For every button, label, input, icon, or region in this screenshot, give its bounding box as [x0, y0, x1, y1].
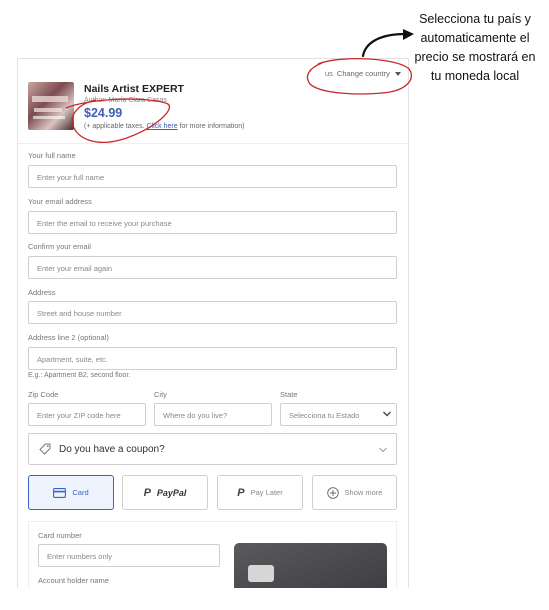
product-author: Author: María Clara Casas [84, 97, 167, 104]
product-cover-image [28, 82, 74, 130]
payment-paypal-label: PayPal [156, 487, 187, 498]
city-label: City [154, 390, 167, 399]
payment-show-more-button[interactable]: Show more [312, 475, 397, 510]
tax-note: (+ applicable taxes. Click here for more… [84, 123, 245, 130]
city-input[interactable]: Where do you live? [154, 403, 272, 426]
card-chip-icon [248, 565, 274, 582]
email-input[interactable]: Enter the email to receive your purchase [28, 211, 397, 234]
plus-circle-icon [326, 486, 339, 499]
payment-paylater-button[interactable]: P Pay Later [217, 475, 303, 510]
tax-info-link[interactable]: Click here [146, 123, 177, 130]
payment-card-label: Card [72, 488, 89, 497]
credit-card-icon [53, 487, 67, 498]
paypal-logo-icon: P [143, 486, 151, 499]
annotation-line: tu moneda local [430, 69, 520, 83]
change-country-label: Change country [336, 69, 390, 78]
paypal-logo-icon: P [237, 486, 245, 499]
email-label: Your email address [28, 197, 92, 206]
product-title: Nails Artist EXPERT [84, 83, 184, 95]
card-preview-image [234, 543, 387, 588]
product-price: $24.99 [84, 106, 123, 120]
address-input[interactable]: Street and house number [28, 301, 397, 324]
tax-suffix: for more information) [179, 123, 245, 130]
payment-card-button[interactable]: Card [28, 475, 114, 510]
annotation-text: Selecciona tu país y automaticamente el … [405, 10, 545, 86]
address2-label: Address line 2 (optional) [28, 333, 109, 342]
change-country-button[interactable]: us Change country [325, 69, 401, 78]
annotation-line: Selecciona tu país y [419, 12, 531, 26]
payment-show-more-label: Show more [344, 488, 383, 497]
state-select[interactable]: Selecciona tu Estado [280, 403, 397, 426]
divider [18, 143, 408, 144]
full-name-label: Your full name [28, 151, 76, 160]
card-holder-label: Account holder name [38, 576, 109, 585]
address2-hint: E.g.: Apartment B2, second floor. [28, 372, 131, 379]
annotation-line: precio se mostrará en [414, 50, 536, 64]
confirm-email-input[interactable]: Enter your email again [28, 256, 397, 279]
payment-paypal-button[interactable]: P PayPal [122, 475, 208, 510]
chevron-down-icon [379, 447, 387, 453]
state-select-value: Selecciona tu Estado [289, 411, 360, 420]
coupon-label: Do you have a coupon? [59, 444, 165, 455]
card-number-label: Card number [38, 531, 82, 540]
annotation-arrow [361, 32, 407, 58]
address2-input[interactable]: Apartment, suite, etc. [28, 347, 397, 370]
confirm-email-label: Confirm your email [28, 242, 91, 251]
coupon-toggle[interactable]: Do you have a coupon? [28, 433, 397, 465]
address-label: Address [28, 288, 56, 297]
checkout-panel: us Change country Nails Artist EXPERT Aut… [17, 58, 409, 588]
full-name-input[interactable]: Enter your full name [28, 165, 397, 188]
tag-icon [39, 443, 51, 455]
country-code: us [325, 69, 333, 78]
tax-prefix: (+ applicable taxes. [84, 123, 145, 130]
payment-paylater-label: Pay Later [250, 488, 283, 497]
chevron-down-icon [383, 411, 391, 417]
card-number-input[interactable]: Enter numbers only [38, 544, 220, 567]
caret-down-icon [394, 72, 401, 77]
annotation-line: automaticamente el [420, 31, 530, 45]
zip-label: Zip Code [28, 390, 59, 399]
state-label: State [280, 390, 298, 399]
zip-input[interactable]: Enter your ZIP code here [28, 403, 146, 426]
